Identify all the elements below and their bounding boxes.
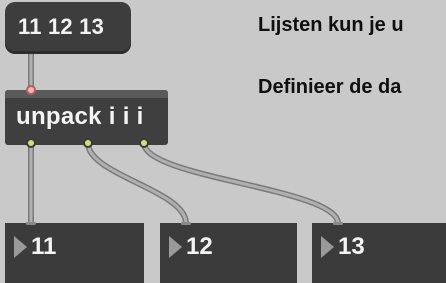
number-box-3[interactable]: 13 (312, 222, 446, 283)
unpack-object-label: unpack i i i (16, 103, 144, 130)
comment-2: Definieer de da (258, 76, 402, 98)
unpack-inlet[interactable] (26, 85, 36, 95)
number-box-2-inlet[interactable] (181, 222, 191, 225)
message-box-label: 11 12 13 (18, 14, 105, 39)
number-box-1-inlet[interactable] (26, 222, 36, 225)
triangle-icon (321, 236, 334, 258)
triangle-icon (169, 236, 182, 258)
number-box-2-value: 12 (186, 233, 213, 260)
unpack-outlet-1[interactable] (26, 138, 36, 148)
unpack-outlet-3[interactable] (139, 138, 149, 148)
number-box-1-value: 11 (31, 233, 57, 260)
number-box-3-inlet[interactable] (333, 222, 343, 225)
number-box-2[interactable]: 12 (160, 222, 297, 283)
unpack-object[interactable]: unpack i i i (5, 85, 168, 148)
triangle-icon (14, 236, 27, 258)
number-box-1[interactable]: 11 (5, 222, 144, 283)
comment-1: Lijsten kun je u (258, 14, 404, 36)
number-box-3-value: 13 (338, 233, 365, 260)
message-box[interactable]: 11 12 13 (5, 2, 131, 54)
unpack-outlet-2[interactable] (83, 138, 93, 148)
